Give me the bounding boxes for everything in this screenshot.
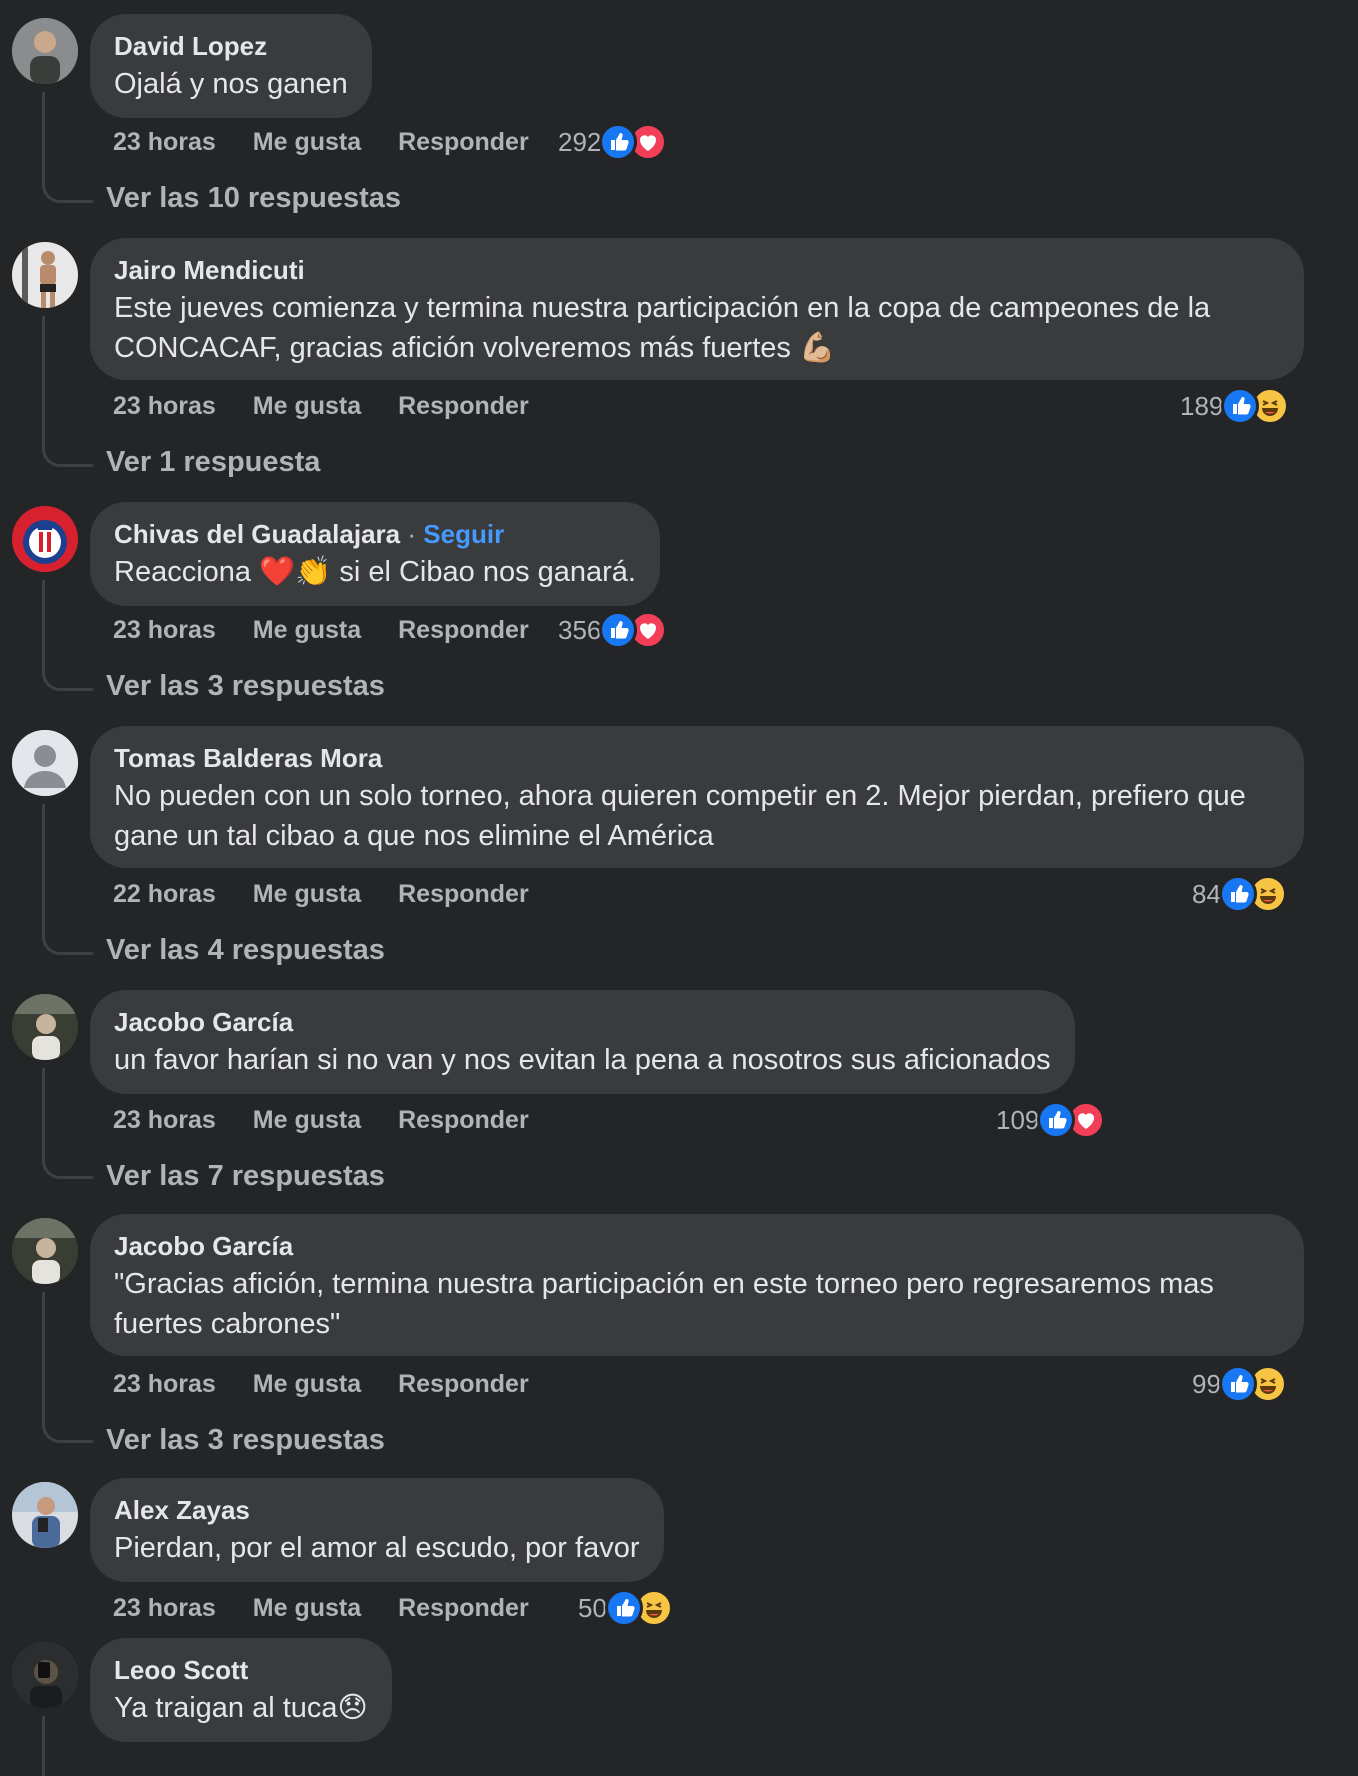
like-button[interactable]: Me gusta xyxy=(253,392,361,420)
comment-author[interactable]: Chivas del Guadalajara xyxy=(114,519,400,549)
comment-time[interactable]: 23 horas xyxy=(113,1594,216,1622)
view-replies-link[interactable]: Ver las 3 respuestas xyxy=(106,666,385,706)
like-button[interactable]: Me gusta xyxy=(253,1594,361,1622)
avatar[interactable] xyxy=(12,506,78,572)
reaction-count: 99 xyxy=(1192,1369,1221,1399)
avatar[interactable] xyxy=(12,1218,78,1284)
comment-text: Reacciona ❤️👏 si el Cibao nos ganará. xyxy=(114,556,636,588)
view-replies-link[interactable]: Ver las 3 respuestas xyxy=(106,1420,385,1460)
thread-connector xyxy=(42,1068,93,1179)
comment-time[interactable]: 23 horas xyxy=(113,128,216,156)
reply-button[interactable]: Responder xyxy=(398,128,529,156)
comment-author[interactable]: Jacobo García xyxy=(114,1006,1051,1038)
reply-button[interactable]: Responder xyxy=(398,880,529,908)
separator-dot: · xyxy=(407,519,417,549)
reaction-summary[interactable]: 356 xyxy=(558,610,668,650)
reply-button[interactable]: Responder xyxy=(398,616,529,644)
comment-bubble: Jairo Mendicuti Este jueves comienza y t… xyxy=(90,238,1304,380)
comment-actions: 23 horas Me gusta Responder xyxy=(113,1100,559,1140)
comment-time[interactable]: 23 horas xyxy=(113,1370,216,1398)
comment-text: Este jueves comienza y termina nuestra p… xyxy=(114,292,1211,364)
comment-time[interactable]: 23 horas xyxy=(113,1106,216,1134)
comment-bubble: Leoo Scott Ya traigan al tuca😞 xyxy=(90,1638,392,1742)
comment-actions: 23 horas Me gusta Responder xyxy=(113,610,559,650)
follow-button[interactable]: Seguir xyxy=(423,519,504,549)
reaction-count: 109 xyxy=(996,1105,1040,1135)
reply-button[interactable]: Responder xyxy=(398,1594,529,1622)
avatar[interactable] xyxy=(12,1642,78,1708)
comment-author[interactable]: Jacobo García xyxy=(114,1230,1280,1262)
avatar[interactable] xyxy=(12,242,78,308)
thumbs-up-icon xyxy=(1221,387,1260,425)
like-button[interactable]: Me gusta xyxy=(253,1370,361,1398)
thread-connector xyxy=(42,92,93,203)
thread-connector xyxy=(42,580,93,691)
comment-time[interactable]: 23 horas xyxy=(113,616,216,644)
thumbs-up-icon xyxy=(599,123,638,161)
like-button[interactable]: Me gusta xyxy=(253,880,361,908)
comment-author[interactable]: David Lopez xyxy=(114,30,348,62)
comment-bubble: David Lopez Ojalá y nos ganen xyxy=(90,14,372,118)
comment-actions: 23 horas Me gusta Responder xyxy=(113,1364,559,1404)
comment-bubble: Jacobo García un favor harían si no van … xyxy=(90,990,1075,1094)
thread-connector xyxy=(42,804,93,955)
avatar[interactable] xyxy=(12,994,78,1060)
reaction-count: 189 xyxy=(1180,391,1224,421)
thumbs-up-icon xyxy=(1218,1365,1257,1403)
like-button[interactable]: Me gusta xyxy=(253,616,361,644)
reaction-count: 50 xyxy=(578,1593,607,1623)
comment-bubble: Chivas del Guadalajara · Seguir Reaccion… xyxy=(90,502,660,606)
reaction-summary[interactable]: 84 xyxy=(1192,874,1287,914)
view-replies-link[interactable]: Ver las 10 respuestas xyxy=(106,178,401,218)
comment-actions: 23 horas Me gusta Responder xyxy=(113,386,559,426)
avatar[interactable] xyxy=(12,730,78,796)
thread-connector xyxy=(42,1716,93,1776)
comment-text: Ya traigan al tuca😞 xyxy=(114,1692,368,1724)
reaction-count: 292 xyxy=(558,127,602,157)
comment-author[interactable]: Leoo Scott xyxy=(114,1654,368,1686)
reply-button[interactable]: Responder xyxy=(398,1106,529,1134)
view-replies-link[interactable]: Ver las 4 respuestas xyxy=(106,930,385,970)
comment-text: "Gracias afición, termina nuestra partic… xyxy=(114,1268,1214,1340)
reaction-summary[interactable]: 109 xyxy=(996,1100,1106,1140)
reply-button[interactable]: Responder xyxy=(398,1370,529,1398)
comment-time[interactable]: 22 horas xyxy=(113,880,216,908)
comment-bubble: Jacobo García "Gracias afición, termina … xyxy=(90,1214,1304,1356)
like-button[interactable]: Me gusta xyxy=(253,128,361,156)
avatar[interactable] xyxy=(12,1482,78,1548)
comment-time[interactable]: 23 horas xyxy=(113,392,216,420)
comment-bubble: Alex Zayas Pierdan, por el amor al escud… xyxy=(90,1478,664,1582)
reaction-summary[interactable]: 292 xyxy=(558,122,668,162)
thread-connector xyxy=(42,1292,93,1443)
thumbs-up-icon xyxy=(1037,1101,1076,1139)
like-button[interactable]: Me gusta xyxy=(253,1106,361,1134)
comment-actions: 22 horas Me gusta Responder xyxy=(113,874,559,914)
comment-text: Ojalá y nos ganen xyxy=(114,68,348,100)
avatar[interactable] xyxy=(12,18,78,84)
reaction-summary[interactable]: 189 xyxy=(1180,386,1290,426)
reaction-count: 84 xyxy=(1192,879,1221,909)
reply-button[interactable]: Responder xyxy=(398,392,529,420)
comment-actions: 23 horas Me gusta Responder xyxy=(113,1588,559,1628)
thumbs-up-icon xyxy=(599,611,638,649)
comment-author[interactable]: Tomas Balderas Mora xyxy=(114,742,1280,774)
comment-author[interactable]: Jairo Mendicuti xyxy=(114,254,1280,286)
thumbs-up-icon xyxy=(604,1589,643,1627)
comment-text: un favor harían si no van y nos evitan l… xyxy=(114,1044,1051,1076)
comment-actions: 23 horas Me gusta Responder xyxy=(113,122,559,162)
thumbs-up-icon xyxy=(1218,875,1257,913)
reaction-count: 356 xyxy=(558,615,602,645)
comment-text: Pierdan, por el amor al escudo, por favo… xyxy=(114,1532,640,1564)
reaction-summary[interactable]: 99 xyxy=(1192,1364,1287,1404)
comment-bubble: Tomas Balderas Mora No pueden con un sol… xyxy=(90,726,1304,868)
comment-text: No pueden con un solo torneo, ahora quie… xyxy=(114,780,1246,852)
comment-author[interactable]: Alex Zayas xyxy=(114,1494,640,1526)
thread-connector xyxy=(42,316,93,467)
reaction-summary[interactable]: 50 xyxy=(578,1588,673,1628)
view-replies-link[interactable]: Ver las 7 respuestas xyxy=(106,1156,385,1196)
view-replies-link[interactable]: Ver 1 respuesta xyxy=(106,442,320,482)
